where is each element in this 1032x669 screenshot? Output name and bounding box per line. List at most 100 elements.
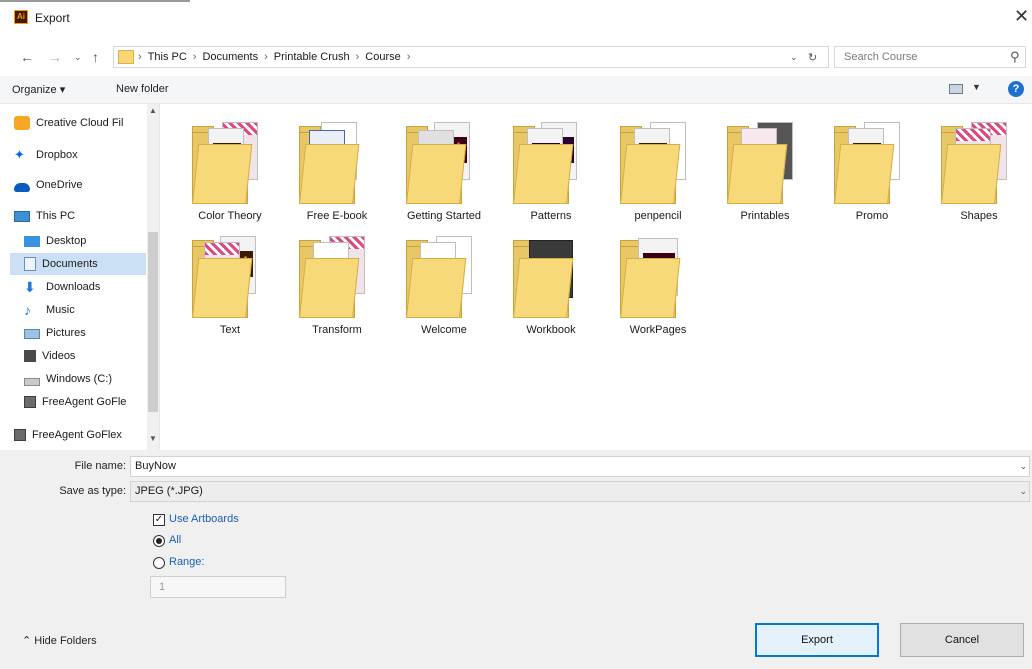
folder-icon	[727, 122, 803, 204]
folder-shapes[interactable]: Shapes	[929, 118, 1029, 226]
save-type-label: Save as type:	[59, 485, 126, 497]
help-icon[interactable]: ?	[1008, 81, 1024, 97]
videos-icon	[24, 350, 36, 362]
folder-free-e-book[interactable]: Free E-book	[287, 118, 387, 226]
up-arrow-icon[interactable]: ↑	[92, 49, 99, 65]
folder-label: Transform	[312, 324, 362, 336]
folder-label: Text	[219, 324, 241, 336]
title-bar: Ai Export ✕	[0, 0, 1032, 40]
sidebar-item-videos[interactable]: Videos	[24, 345, 146, 367]
folder-printables[interactable]: Printables	[715, 118, 815, 226]
folder-icon	[118, 50, 134, 64]
sidebar-item-creative-cloud[interactable]: Creative Cloud Fil	[14, 112, 146, 134]
computer-icon	[14, 210, 30, 222]
range-radio[interactable]	[153, 557, 165, 569]
drive-icon	[24, 377, 40, 386]
export-button[interactable]: Export	[755, 623, 879, 657]
folder-icon	[941, 122, 1017, 204]
refresh-icon[interactable]: ↻	[808, 51, 817, 64]
save-options-panel: File name: BuyNow ⌄ Save as type: JPEG (…	[0, 450, 1032, 669]
view-options-icon[interactable]	[949, 84, 963, 94]
breadcrumb-this-pc[interactable]: This PC	[148, 51, 187, 63]
new-folder-button[interactable]: New folder	[116, 83, 169, 95]
breadcrumb: › This PC › Documents › Printable Crush …	[138, 51, 411, 63]
music-icon: ♪	[24, 302, 31, 318]
recent-dropdown-icon[interactable]: ⌄	[74, 52, 82, 63]
sidebar-item-music[interactable]: ♪ Music	[24, 299, 146, 321]
folder-text[interactable]: Ai Text	[180, 232, 280, 340]
sidebar-item-downloads[interactable]: ⬇ Downloads	[24, 276, 146, 298]
folder-getting-started[interactable]: Id Getting Started	[394, 118, 494, 226]
address-row: ← → ⌄ ↑ › This PC › Documents › Printabl…	[0, 40, 1032, 76]
sidebar-item-freeagent-2[interactable]: FreeAgent GoFlex	[14, 424, 146, 446]
scroll-down-icon[interactable]: ▼	[149, 434, 157, 443]
folder-label: Getting Started	[407, 210, 481, 222]
organize-button[interactable]: Organize ▾	[12, 83, 65, 96]
folder-label: Printables	[740, 210, 790, 222]
file-name-label: File name:	[74, 460, 126, 472]
sidebar-item-freeagent-1[interactable]: FreeAgent GoFle	[24, 391, 146, 413]
back-arrow-icon[interactable]: ←	[20, 49, 34, 65]
title-accent-line	[0, 0, 190, 2]
creative-cloud-icon	[14, 116, 30, 130]
folder-icon: i Pr	[513, 122, 589, 204]
breadcrumb-documents[interactable]: Documents	[202, 51, 258, 63]
sidebar-item-this-pc[interactable]: This PC	[14, 205, 146, 227]
scroll-up-icon[interactable]: ▲	[149, 106, 157, 115]
folder-icon: ◎	[406, 236, 482, 318]
sidebar-item-desktop[interactable]: Desktop	[24, 230, 146, 252]
sidebar-item-documents[interactable]: Documents	[10, 253, 146, 275]
external-drive-icon	[24, 396, 36, 408]
folder-workbook[interactable]: Workbook	[501, 232, 601, 340]
dropbox-icon: ✦	[14, 147, 25, 162]
onedrive-icon	[14, 182, 30, 192]
pictures-icon	[24, 329, 40, 339]
folder-promo[interactable]: Ai Promo	[822, 118, 922, 226]
range-radio-label: Range:	[169, 556, 205, 568]
cancel-button[interactable]: Cancel	[900, 623, 1024, 657]
folder-icon	[513, 236, 589, 318]
sidebar-item-onedrive[interactable]: OneDrive	[14, 174, 146, 196]
breadcrumb-printable-crush[interactable]: Printable Crush	[274, 51, 350, 63]
navigation-pane: Creative Cloud Fil ✦ Dropbox OneDrive Th…	[0, 104, 160, 450]
search-input[interactable]: Search Course ⚲	[834, 46, 1026, 68]
sidebar-item-dropbox[interactable]: ✦ Dropbox	[14, 144, 146, 166]
all-radio-label: All	[169, 534, 182, 546]
chevron-down-icon[interactable]: ⌄	[1019, 461, 1027, 472]
range-input[interactable]: 1	[150, 576, 286, 598]
view-dropdown-icon[interactable]: ▼	[972, 82, 981, 92]
file-name-field[interactable]: BuyNow ⌄	[130, 456, 1030, 477]
folder-label: Patterns	[530, 210, 572, 222]
close-icon[interactable]: ✕	[1014, 6, 1029, 26]
folder-welcome[interactable]: ◎ Welcome	[394, 232, 494, 340]
command-toolbar: Organize ▾ New folder ▼ ?	[0, 76, 1032, 104]
breadcrumb-course[interactable]: Course	[365, 51, 400, 63]
use-artboards-checkbox[interactable]: ✓	[153, 514, 165, 526]
hide-folders-button[interactable]: ⌃ Hide Folders	[22, 634, 97, 647]
sidebar-scrollbar-thumb[interactable]	[148, 232, 158, 412]
sidebar-item-windows-c[interactable]: Windows (C:)	[24, 368, 146, 390]
save-type-select[interactable]: JPEG (*.JPG) ⌄	[130, 481, 1030, 502]
folder-color-theory[interactable]: Ai Color Theory	[180, 118, 280, 226]
folder-penpencil[interactable]: Ai penpencil	[608, 118, 708, 226]
search-icon: ⚲	[1010, 49, 1020, 64]
window-title: Export	[35, 11, 70, 25]
sidebar-item-pictures[interactable]: Pictures	[24, 322, 146, 344]
folder-workpages[interactable]: Id WorkPages	[608, 232, 708, 340]
forward-arrow-icon[interactable]: →	[48, 49, 62, 65]
address-bar[interactable]: › This PC › Documents › Printable Crush …	[113, 46, 829, 68]
address-dropdown-icon[interactable]: ⌄	[790, 52, 798, 63]
all-radio[interactable]	[153, 535, 165, 547]
folder-transform[interactable]: ◎ Transform	[287, 232, 387, 340]
folder-label: Shapes	[960, 210, 998, 222]
folder-icon: Ai	[192, 236, 268, 318]
folder-label: penpencil	[634, 210, 682, 222]
desktop-icon	[24, 235, 40, 247]
folder-icon: ◎	[299, 236, 375, 318]
folder-label: WorkPages	[629, 324, 687, 336]
chevron-down-icon[interactable]: ⌄	[1019, 486, 1027, 497]
folder-label: Workbook	[526, 324, 576, 336]
folder-label: Free E-book	[306, 210, 368, 222]
folder-icon: Ai	[834, 122, 910, 204]
folder-patterns[interactable]: i Pr Patterns	[501, 118, 601, 226]
